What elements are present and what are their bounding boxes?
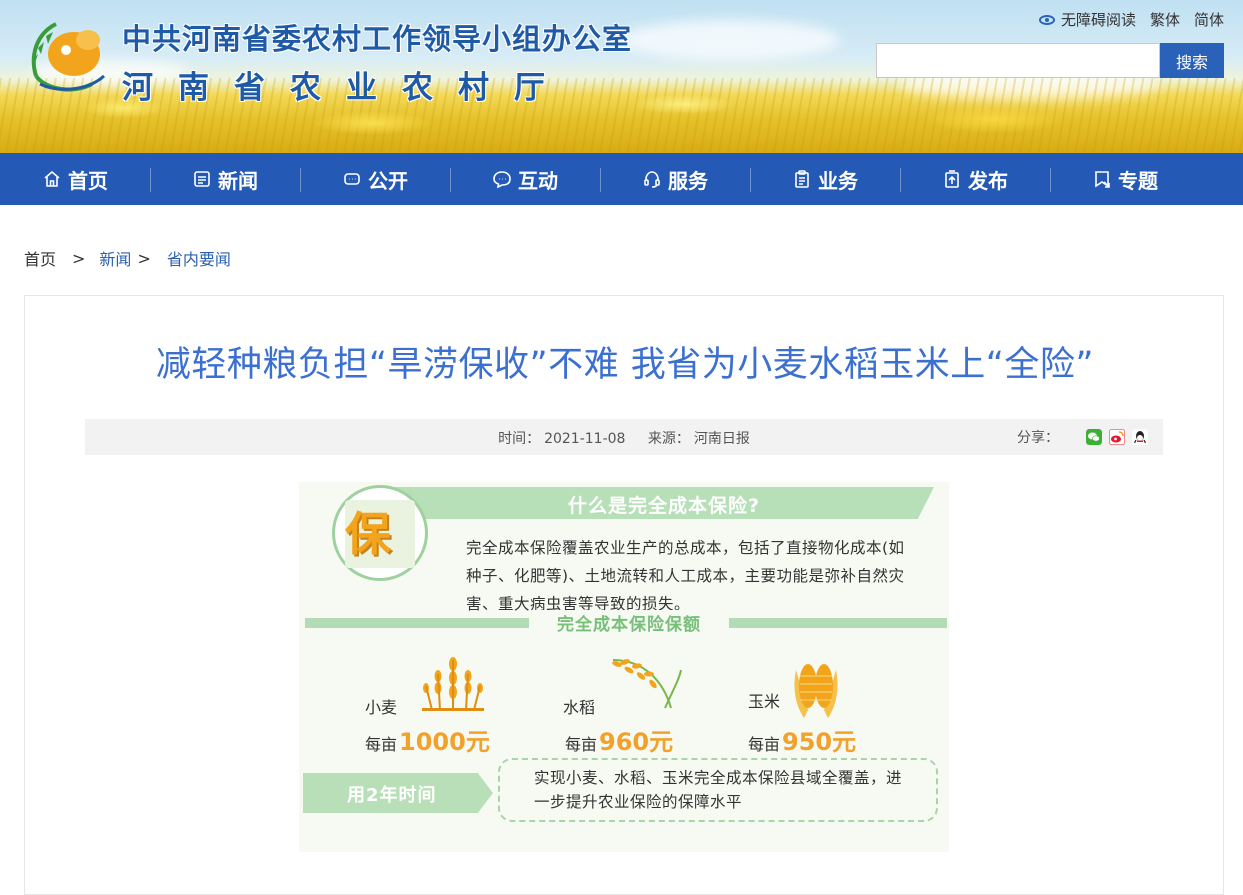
nav-item-news[interactable]: 新闻 xyxy=(150,153,300,205)
search-box: 搜索 xyxy=(876,43,1224,78)
goal-text: 实现小麦、水稻、玉米完全成本保险县域全覆盖，进一步提升农业保险的保障水平 xyxy=(534,769,903,811)
crop-name: 水稻 xyxy=(563,698,596,717)
nav-label: 发布 xyxy=(968,168,1008,193)
breadcrumb: 首页 > 新闻 > 省内要闻 xyxy=(24,246,231,270)
site-title[interactable]: 中共河南省委农村工作领导小组办公室 河南省农业农村厅 xyxy=(122,16,632,107)
time-tag-label: 用2年时间 xyxy=(347,785,437,806)
crop-name: 玉米 xyxy=(748,692,781,711)
search-input[interactable] xyxy=(876,43,1160,78)
section-title-wrap: 完全成本保险保额 xyxy=(529,610,729,636)
breadcrumb-provincial-news[interactable]: 省内要闻 xyxy=(167,246,231,270)
crop-unit: 每亩 xyxy=(565,735,598,754)
wheat-icon xyxy=(422,657,484,711)
crop-rice: 水稻 每亩960元 xyxy=(563,650,713,756)
clipboard-icon xyxy=(795,170,809,188)
crop-name: 小麦 xyxy=(365,698,398,717)
rice-icon xyxy=(612,659,682,709)
breadcrumb-news[interactable]: 新闻 xyxy=(99,246,131,270)
crop-unit: 每亩 xyxy=(748,735,781,754)
crop-price: 每亩960元 xyxy=(565,722,673,757)
crop-amount: 950元 xyxy=(782,728,857,756)
traditional-label: 繁体 xyxy=(1149,11,1180,29)
article-meta: 时间： 2021-11-08 来源： 河南日报 分享： xyxy=(85,419,1163,455)
traditional-chinese-link[interactable]: 繁体 xyxy=(1150,9,1180,30)
nav-label: 首页 xyxy=(68,168,108,193)
nav-item-business[interactable]: 业务 xyxy=(750,153,900,205)
nav-item-interact[interactable]: 互动 xyxy=(450,153,600,205)
article-source: 河南日报 xyxy=(693,431,750,447)
main-nav: 首页 新闻 公开 互动 服务 业务 发布 专题 xyxy=(0,153,1243,205)
wechat-icon[interactable] xyxy=(1086,429,1102,445)
simplified-label: 简体 xyxy=(1193,11,1224,29)
infographic-header: 什么是完全成本保险? xyxy=(567,495,761,517)
site-logo[interactable] xyxy=(26,14,112,94)
goal-box: 实现小麦、水稻、玉米完全成本保险县域全覆盖，进一步提升农业保险的保障水平 xyxy=(498,758,938,822)
simplified-chinese-link[interactable]: 简体 xyxy=(1194,9,1224,30)
nav-label: 业务 xyxy=(818,168,858,193)
time-label: 时间： xyxy=(498,431,541,447)
crop-amount: 960元 xyxy=(599,728,674,756)
nav-label: 互动 xyxy=(518,168,558,193)
nav-label: 服务 xyxy=(668,168,708,193)
insurance-char: 保 xyxy=(345,507,391,561)
crop-unit: 每亩 xyxy=(365,735,398,754)
breadcrumb-separator: > xyxy=(137,248,151,268)
search-button[interactable]: 搜索 xyxy=(1160,43,1224,78)
eye-icon xyxy=(1038,14,1055,25)
publish-icon xyxy=(945,170,959,188)
insurance-badge-icon: 保 xyxy=(332,485,428,581)
top-links: 无障碍阅读 繁体 简体 xyxy=(1025,9,1224,30)
time-tag: 用2年时间 xyxy=(303,773,493,813)
header-banner: 中共河南省委农村工作领导小组办公室 河南省农业农村厅 无障碍阅读 繁体 简体 搜… xyxy=(0,0,1243,153)
nav-item-service[interactable]: 服务 xyxy=(600,153,750,205)
chat-icon xyxy=(493,171,511,189)
crop-amount: 1000元 xyxy=(399,728,490,756)
crop-wheat: 小麦 每亩1000元 xyxy=(363,650,503,756)
share-bar: 分享： xyxy=(1017,427,1148,447)
insurance-infographic: 什么是完全成本保险? 保 完全成本保险覆盖农业生产的总成本，包括了直接物化成本(… xyxy=(299,482,949,852)
corn-icon xyxy=(794,664,838,718)
news-icon xyxy=(194,171,210,187)
crop-price: 每亩1000元 xyxy=(365,722,490,757)
share-label: 分享： xyxy=(1017,430,1059,446)
open-icon xyxy=(344,173,360,185)
accessibility-link[interactable]: 无障碍阅读 xyxy=(1038,9,1136,30)
article-card: 减轻种粮负担“旱涝保收”不难 我省为小麦水稻玉米上“全险” 时间： 2021-11… xyxy=(24,295,1224,895)
qq-icon[interactable] xyxy=(1132,429,1148,445)
nav-item-topics[interactable]: 专题 xyxy=(1050,153,1200,205)
nav-label: 专题 xyxy=(1118,168,1158,193)
infographic-description: 完全成本保险覆盖农业生产的总成本，包括了直接物化成本(如种子、化肥等)、土地流转… xyxy=(466,539,905,613)
accessibility-label: 无障碍阅读 xyxy=(1060,11,1136,29)
nav-label: 公开 xyxy=(368,168,408,193)
article-info: 时间： 2021-11-08 来源： 河南日报 xyxy=(85,428,1163,448)
crop-corn: 玉米 每亩950元 xyxy=(748,650,898,756)
publish-date: 2021-11-08 xyxy=(544,431,626,447)
bookmark-icon xyxy=(1095,171,1110,188)
breadcrumb-home[interactable]: 首页 xyxy=(24,246,56,270)
nav-item-home[interactable]: 首页 xyxy=(0,153,150,205)
weibo-icon[interactable] xyxy=(1109,429,1125,445)
crop-price: 每亩950元 xyxy=(748,722,856,757)
section-title: 完全成本保险保额 xyxy=(557,615,701,635)
breadcrumb-separator: > xyxy=(72,248,86,268)
infographic-header-band: 什么是完全成本保险? xyxy=(394,487,934,519)
source-label: 来源： xyxy=(647,431,690,447)
home-icon xyxy=(44,170,60,187)
nav-label: 新闻 xyxy=(218,168,258,193)
nav-item-open[interactable]: 公开 xyxy=(300,153,450,205)
site-title-line1: 中共河南省委农村工作领导小组办公室 xyxy=(122,22,633,56)
site-title-line2: 河南省农业农村厅 xyxy=(122,70,570,106)
headset-icon xyxy=(644,171,660,188)
article-title: 减轻种粮负担“旱涝保收”不难 我省为小麦水稻玉米上“全险” xyxy=(155,345,1095,385)
nav-item-publish[interactable]: 发布 xyxy=(900,153,1050,205)
